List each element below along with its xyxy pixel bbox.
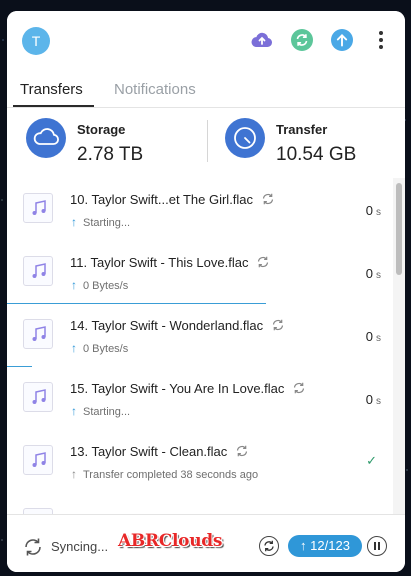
music-file-icon: [23, 445, 53, 475]
transfer-status: ↑ 0 Bytes/s: [71, 278, 129, 292]
syncing-icon: [22, 536, 44, 558]
upload-arrow-icon: ↑: [71, 404, 77, 418]
transfer-filename: 15. Taylor Swift - You Are In Love.flac: [70, 381, 306, 396]
transfer-time: 0s: [365, 392, 381, 407]
watermark-logo: ABRClouds: [118, 531, 223, 551]
transfer-row[interactable]: 11. Taylor Swift - This Love.flac ↑ 0 Byt…: [7, 241, 393, 305]
scrollbar-thumb[interactable]: [396, 183, 402, 275]
tab-bar: Transfers Notifications: [7, 75, 405, 108]
sync-direction-button[interactable]: [259, 536, 279, 556]
transfer-list[interactable]: 10. Taylor Swift...et The Girl.flac ↑ Sta…: [7, 178, 405, 514]
music-file-icon: [23, 319, 53, 349]
retry-icon[interactable]: [271, 318, 285, 332]
user-avatar[interactable]: T: [22, 27, 50, 55]
sync-status-text: Syncing...: [51, 539, 109, 554]
stats-divider: [207, 120, 208, 162]
transfer-filename: 14. Taylor Swift - Wonderland.flac: [70, 318, 285, 333]
transfer-row[interactable]: 10. Taylor Swift...et The Girl.flac ↑ Sta…: [7, 178, 393, 242]
more-vertical-icon[interactable]: [369, 28, 393, 52]
storage-label: Storage: [77, 122, 126, 137]
checkmark-icon: ✓: [366, 453, 377, 468]
tab-notifications[interactable]: Notifications: [114, 81, 196, 98]
clock-icon: [225, 118, 265, 158]
active-tab-indicator: [13, 105, 94, 107]
footer-bar: Syncing... ABRClouds ↑ 12/123: [7, 514, 405, 572]
transfer-filename: 13. Taylor Swift - Clean.flac: [70, 444, 249, 459]
upload-arrow-icon: ↑: [71, 215, 77, 229]
transfer-status: ↑ Transfer completed 38 seconds ago: [71, 467, 259, 481]
transfer-time: 0s: [365, 266, 381, 281]
retry-icon[interactable]: [292, 381, 306, 395]
transfer-label: Transfer: [276, 122, 328, 137]
music-file-icon: [23, 256, 53, 286]
transfer-status: ↑ 0 Bytes/s: [71, 341, 129, 355]
music-file-icon: [23, 193, 53, 223]
retry-icon[interactable]: [235, 444, 249, 458]
transfer-status: ↑ Starting...: [71, 215, 131, 229]
retry-icon[interactable]: [261, 192, 275, 206]
transfer-value: 10.54 GB: [276, 144, 357, 165]
transfer-time: 0s: [365, 329, 381, 344]
cloud-upload-icon[interactable]: [250, 28, 274, 52]
tab-transfers[interactable]: Transfers: [20, 81, 83, 98]
music-file-icon: [23, 382, 53, 412]
transfer-status: ↑ Starting...: [71, 404, 131, 418]
top-bar: T: [7, 11, 405, 75]
transfer-filename: 10. Taylor Swift...et The Girl.flac: [70, 192, 275, 207]
sync-icon[interactable]: [290, 28, 314, 52]
transfer-row[interactable]: 14. Taylor Swift - Wonderland.flac ↑ 0 By…: [7, 304, 393, 368]
transfer-filename: 11. Taylor Swift - This Love.flac: [70, 255, 270, 270]
app-panel: T Transfers Notifications Storage 2.78 T…: [7, 11, 405, 572]
upload-arrow-icon: ↑: [71, 341, 77, 355]
upload-arrow-icon: ↑: [71, 278, 77, 292]
upload-counter-badge[interactable]: ↑ 12/123: [288, 535, 362, 557]
stats-bar: Storage 2.78 TB Transfer 10.54 GB: [7, 108, 405, 179]
transfer-row[interactable]: 15. Taylor Swift - You Are In Love.flac …: [7, 367, 393, 431]
transfer-row-partial[interactable]: [7, 493, 393, 514]
transfer-time: 0s: [365, 203, 381, 218]
storage-value: 2.78 TB: [77, 144, 144, 165]
upload-arrow-icon: ↑: [71, 467, 77, 481]
upload-icon[interactable]: [330, 28, 354, 52]
pause-button[interactable]: [367, 536, 387, 556]
transfer-row-completed[interactable]: 13. Taylor Swift - Clean.flac ↑ Transfer …: [7, 430, 393, 494]
upload-arrow-icon: ↑: [300, 538, 307, 553]
cloud-icon: [26, 118, 66, 158]
retry-icon[interactable]: [256, 255, 270, 269]
